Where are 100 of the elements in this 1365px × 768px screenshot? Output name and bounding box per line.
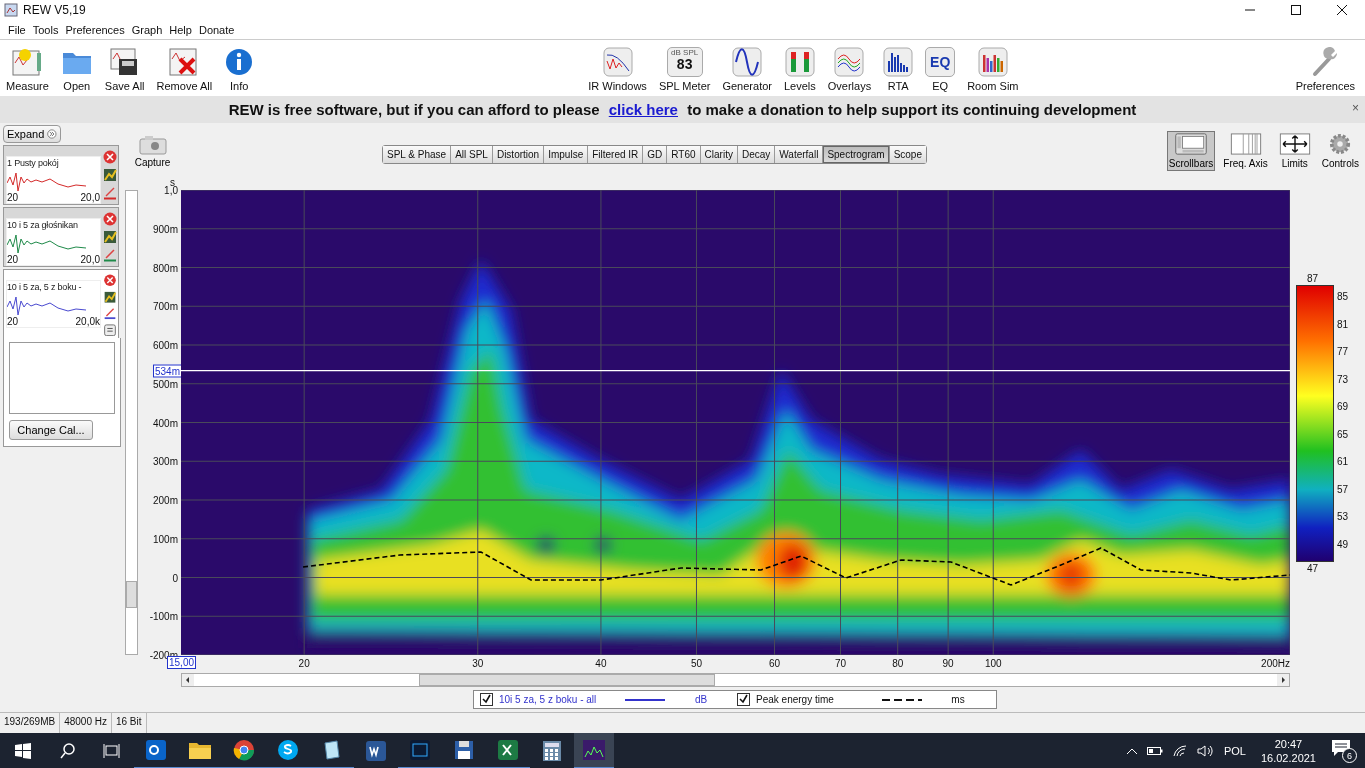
menu-item[interactable]: File [8,23,26,36]
axis-label: 20 [298,658,310,669]
toolbar-button[interactable]: RTA [877,44,920,92]
legend-label: 10i 5 za, 5 z boku - all [499,694,598,705]
mail-app-icon [145,739,167,761]
eq-icon: EQ [925,47,956,77]
scale-label: 47 [1307,563,1319,574]
close-icon [1337,5,1347,15]
checkbox[interactable] [737,693,750,706]
toolbar-button[interactable]: Save All [98,44,151,92]
donation-message: REW is free software, but if you can afford to please click here to make a donation to help support its continuing development [228,101,1137,118]
graph-tool-button[interactable]: Limits [1275,131,1314,171]
battery-icon[interactable] [1146,746,1163,756]
chevron-up-icon[interactable] [1125,747,1138,755]
scale-label: 61 [1337,455,1349,467]
graph-tab[interactable]: Waterfall [775,146,824,163]
axis-label: 50 [690,658,703,669]
arrows-icon [1277,133,1312,155]
toolbar-button[interactable]: Remove All [150,44,219,92]
toolbar-button[interactable]: EQ EQ [919,44,962,92]
graph-tab[interactable]: SPL & Phase [383,146,452,163]
graph-tab[interactable]: Scope [889,146,926,163]
remove-icon[interactable] [103,212,117,226]
graph-tab[interactable]: All SPL [451,146,493,163]
graph-tab[interactable]: Filtered IR [588,146,644,163]
axis-label: 90 [942,658,954,669]
graph-tab[interactable]: GD [643,146,668,163]
graph-tab[interactable]: Distortion [492,146,545,163]
menu-item[interactable]: Preferences [65,23,125,36]
axis-label: -100m [149,610,178,622]
folder-icon [188,740,212,760]
graph-tab[interactable]: Spectrogram [823,146,890,163]
vertical-scrollbar[interactable] [125,190,138,655]
language-indicator[interactable]: POL [1223,745,1246,757]
edit-chart-icon[interactable] [103,230,117,244]
document-app-icon [365,740,387,762]
legend-unit: ms [950,694,966,705]
edit-chart-icon[interactable] [103,168,117,182]
scale-label: 53 [1337,510,1349,522]
scale-label: 77 [1337,345,1349,357]
document-icon[interactable] [103,323,117,336]
axis-label: 800m [153,262,178,273]
wifi-icon[interactable] [1171,744,1188,758]
graph-tool-button[interactable]: Controls [1319,131,1361,171]
cursor-value: 534m [153,364,182,378]
toolbar-button[interactable]: Open [54,44,99,92]
colored-bars-icon [977,47,1008,77]
remove-icon[interactable] [103,274,117,287]
legend-dashed-line [882,697,922,702]
expand-button[interactable]: Expand [3,125,61,143]
donation-link[interactable]: click here [608,101,678,118]
graph-tab[interactable]: Decay [737,146,776,163]
toolbar-button[interactable]: Preferences [1289,44,1361,92]
capture-button[interactable]: Capture [122,123,183,169]
scale-label: 65 [1337,428,1349,439]
level-bars-icon [784,47,815,77]
measurement-card[interactable]: 1 Pusty pokój 20 20,0 [3,145,119,205]
axis-label: 900m [153,223,178,235]
graph-tab[interactable]: Impulse [544,146,589,163]
menu-item[interactable]: Graph [131,23,163,36]
scale-label: 87 [1307,273,1319,284]
toolbar-button[interactable]: dB SPL 83 SPL Meter [652,44,717,92]
axis-label: 60 [768,658,781,669]
axis-label: 20 [7,255,19,265]
graph-tool-button[interactable]: Scrollbars [1166,131,1216,171]
close-banner-button[interactable]: × [1352,101,1359,115]
notifications-button[interactable]: 6 [1331,739,1357,763]
edit-chart-icon[interactable] [103,290,117,303]
axis-label: 20,0k [75,317,100,327]
menu-item[interactable]: Help [169,23,192,36]
low-energy-spot [537,537,555,553]
toolbar-button[interactable]: Measure [0,44,55,92]
change-cal-button[interactable]: Change Cal... [9,420,93,440]
measurement-card[interactable]: 10 i 5 za głośnikan 20 20,0 [3,207,119,267]
menu-item[interactable]: Donate [198,23,235,36]
pencil-icon[interactable] [103,186,117,200]
toolbar-button[interactable]: Overlays [821,44,878,92]
graph-tab[interactable]: Clarity [700,146,738,163]
legend-unit: dB [693,694,709,705]
menu-item[interactable]: Tools [32,23,59,36]
toolbar-button[interactable]: IR Windows [582,44,653,92]
pencil-icon[interactable] [103,248,117,262]
graph-tab[interactable]: RT60 [667,146,701,163]
scale-label: 69 [1337,400,1349,412]
horizontal-scrollbar[interactable] [181,673,1290,687]
toolbar-button[interactable]: Generator [716,44,778,92]
graph-tool-button[interactable]: Freq. Axis [1221,131,1270,171]
clock[interactable]: 20:47 16.02.2021 [1254,738,1322,764]
axis-label: 300m [153,455,178,467]
cursor-line[interactable] [181,369,1290,372]
checkbox[interactable] [480,693,493,706]
speaker-icon[interactable] [1196,744,1215,758]
toolbar-button[interactable]: Room Sim [961,44,1025,92]
pencil-icon[interactable] [103,307,117,320]
remove-icon[interactable] [103,150,117,164]
measurement-card[interactable]: 10 i 5 za, 5 z boku - 20 20,0k [3,269,119,339]
axis-label: 20 [7,193,19,203]
toolbar-button[interactable]: Levels [777,44,822,92]
notes-field[interactable] [9,342,115,414]
toolbar-button[interactable]: Info [218,44,261,92]
